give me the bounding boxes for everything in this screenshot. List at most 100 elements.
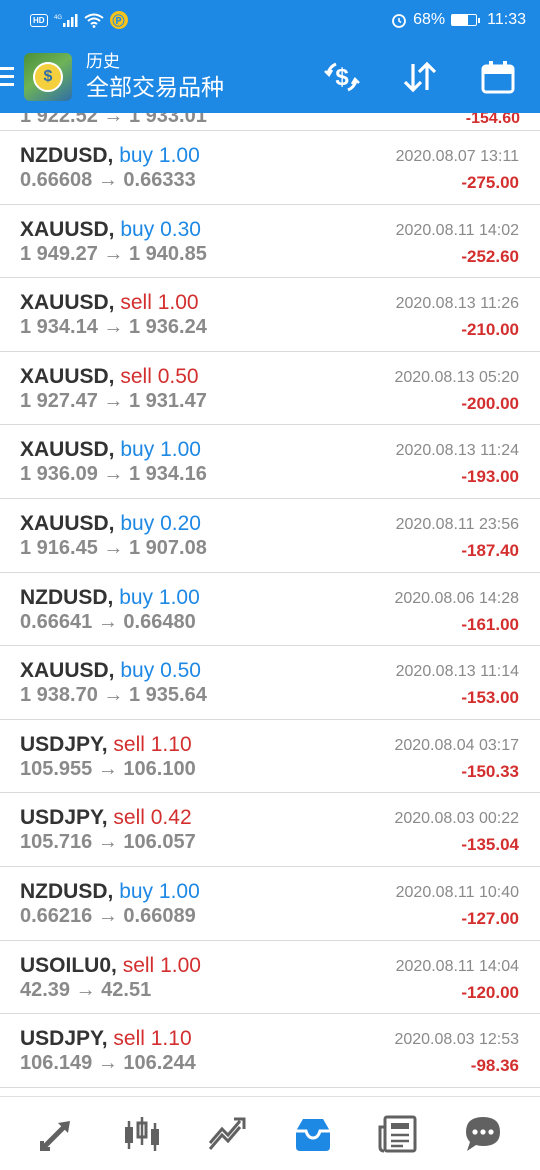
trade-volume: 1.00 — [160, 953, 201, 977]
app-notification-icon: Ⓟ — [109, 11, 128, 29]
profit-value: -120.00 — [461, 982, 519, 1002]
list-item[interactable]: XAUUSD, sell 1.00 1 934.14 → 1 936.24 2020… — [0, 278, 540, 352]
currency-exchange-icon[interactable]: $ — [322, 57, 362, 97]
trade-title: USDJPY, sell 1.10 — [20, 1027, 192, 1051]
trade-volume: 0.50 — [160, 659, 201, 683]
page-subtitle: 历史 — [86, 51, 120, 71]
status-bar: HD 4G Ⓟ 68% 11:33 — [0, 0, 540, 40]
list-item[interactable]: XAUUSD, buy 0.30 1 949.27 → 1 940.85 2020.… — [0, 205, 540, 279]
news-icon[interactable] — [373, 1109, 423, 1159]
price-range: 0.66608 → 0.66333 — [20, 169, 196, 191]
list-item[interactable]: XAUUSD, buy 0.20 1 916.45 → 1 907.08 2020.… — [0, 499, 540, 573]
list-item[interactable]: USDJPY, sell 1.10 106.149 → 106.244 2020.0… — [0, 1014, 540, 1088]
battery-percent: 68% — [413, 11, 446, 28]
clock: 11:33 — [487, 11, 526, 28]
list-item[interactable]: NZDUSD, buy 1.00 0.66608 → 0.66333 2020.08… — [0, 131, 540, 205]
symbol: NZDUSD, — [20, 144, 114, 167]
title-block[interactable]: 历史 全部交易品种 — [86, 52, 224, 102]
list-item[interactable]: XAUUSD, buy 0.50 1 938.70 → 1 935.64 2020.… — [0, 646, 540, 720]
price-range: 106.149 → 106.244 — [20, 1052, 196, 1075]
price-range: 105.716 → 106.057 — [20, 831, 196, 854]
price-range: 1 916.45 → 1 907.08 — [20, 536, 207, 559]
logo-glyph: $ — [33, 61, 63, 92]
trade-side: sell — [113, 1027, 145, 1051]
profit-value: -127.00 — [461, 908, 519, 928]
trade-side: sell — [122, 953, 155, 977]
list-item[interactable]: NZDUSD, buy 1.00 0.66641 → 0.66480 2020.08… — [0, 573, 540, 647]
trade-title: NZDUSD, buy 1.00 — [20, 880, 200, 904]
trade-side: buy — [120, 438, 155, 462]
app-bar: $ 历史 全部交易品种 $ — [0, 40, 540, 113]
price-range: 1 927.47 → 1 931.47 — [20, 389, 207, 412]
trade-title: XAUUSD, buy 0.50 — [20, 659, 201, 683]
trade-title: USDJPY, sell 1.10 — [20, 733, 192, 757]
bottom-navigation — [0, 1096, 540, 1170]
price-range: 105.955 → 106.100 — [20, 757, 196, 780]
trade-icon[interactable] — [202, 1109, 252, 1159]
list-item-partial[interactable]: 1 922.52 → 1 933.01 -154.60 — [0, 113, 540, 131]
close-time: 2020.08.03 12:53 — [394, 1031, 519, 1049]
profit-value: -210.00 — [461, 320, 519, 340]
trade-side: buy — [120, 659, 155, 683]
close-time: 2020.08.11 14:04 — [395, 957, 519, 975]
price-range: 1 922.52 → 1 933.01 — [20, 113, 207, 127]
trade-side: buy — [120, 217, 155, 241]
list-item[interactable]: USDJPY, sell 0.42 105.716 → 106.057 2020.0… — [0, 793, 540, 867]
status-right: 68% 11:33 — [391, 11, 526, 29]
profit-value: -200.00 — [461, 393, 519, 413]
menu-icon[interactable] — [0, 40, 22, 113]
close-time: 2020.08.13 11:26 — [395, 295, 519, 313]
sort-icon[interactable] — [400, 57, 440, 97]
profit-value: -154.60 — [465, 113, 520, 127]
wifi-icon — [83, 13, 104, 28]
list-item[interactable]: NZDUSD, buy 1.00 0.66216 → 0.66089 2020.08… — [0, 867, 540, 941]
alarm-icon — [391, 12, 407, 28]
trade-side: buy — [120, 511, 155, 535]
profit-value: -98.36 — [470, 1056, 519, 1076]
symbol: XAUUSD, — [20, 217, 115, 241]
profit-value: -150.33 — [461, 761, 519, 781]
trade-side: sell — [113, 806, 145, 830]
close-time: 2020.08.07 13:11 — [395, 148, 519, 165]
trade-history-list[interactable]: 1 922.52 → 1 933.01 -154.60 NZDUSD, buy … — [0, 113, 540, 1096]
trade-volume: 1.00 — [157, 291, 199, 315]
price-range: 42.39 → 42.51 — [20, 978, 152, 1001]
trade-volume: 1.00 — [160, 438, 201, 462]
app-logo[interactable]: $ — [24, 52, 72, 101]
close-time: 2020.08.13 11:24 — [395, 442, 519, 460]
trade-volume: 1.10 — [150, 732, 192, 756]
symbol: XAUUSD, — [20, 438, 115, 462]
symbol: USDJPY, — [20, 732, 108, 756]
trade-title: XAUUSD, sell 0.50 — [20, 365, 199, 389]
close-time: 2020.08.03 00:22 — [394, 810, 519, 828]
symbol: USDJPY, — [20, 806, 108, 830]
signal-icon: 4G — [54, 13, 78, 27]
trade-volume: 0.20 — [160, 511, 201, 535]
battery-icon — [451, 14, 481, 26]
close-time: 2020.08.11 23:56 — [395, 515, 519, 533]
status-left: HD 4G Ⓟ — [30, 11, 128, 29]
chart-icon[interactable] — [117, 1109, 167, 1159]
trade-volume: 1.00 — [158, 144, 200, 167]
quotes-icon[interactable] — [32, 1109, 82, 1159]
calendar-icon[interactable] — [478, 57, 518, 97]
list-item[interactable]: USDJPY, sell 1.10 105.955 → 106.100 2020.0… — [0, 720, 540, 794]
trade-title: NZDUSD, buy 1.00 — [20, 586, 200, 610]
history-icon[interactable] — [288, 1109, 338, 1159]
close-time: 2020.08.11 14:02 — [395, 221, 519, 239]
list-item[interactable]: XAUUSD, buy 1.00 1 936.09 → 1 934.16 2020.… — [0, 425, 540, 499]
list-item[interactable]: USOILU0, sell 1.00 42.39 → 42.51 2020.08.1… — [0, 941, 540, 1015]
trade-title: XAUUSD, buy 1.00 — [20, 438, 201, 462]
trade-title: NZDUSD, buy 1.00 — [20, 144, 200, 168]
page-title: 全部交易品种 — [86, 73, 224, 100]
profit-value: -135.04 — [461, 835, 519, 855]
price-range: 1 938.70 → 1 935.64 — [20, 684, 207, 707]
trade-title: XAUUSD, buy 0.20 — [20, 512, 201, 536]
messages-icon[interactable] — [458, 1109, 508, 1159]
price-range: 1 934.14 → 1 936.24 — [20, 316, 207, 339]
profit-value: -252.60 — [461, 246, 519, 266]
price-range: 0.66216 → 0.66089 — [20, 904, 196, 927]
symbol: NZDUSD, — [20, 879, 114, 903]
list-item[interactable]: XAUUSD, sell 0.50 1 927.47 → 1 931.47 2020… — [0, 352, 540, 426]
close-time: 2020.08.06 14:28 — [394, 589, 519, 607]
